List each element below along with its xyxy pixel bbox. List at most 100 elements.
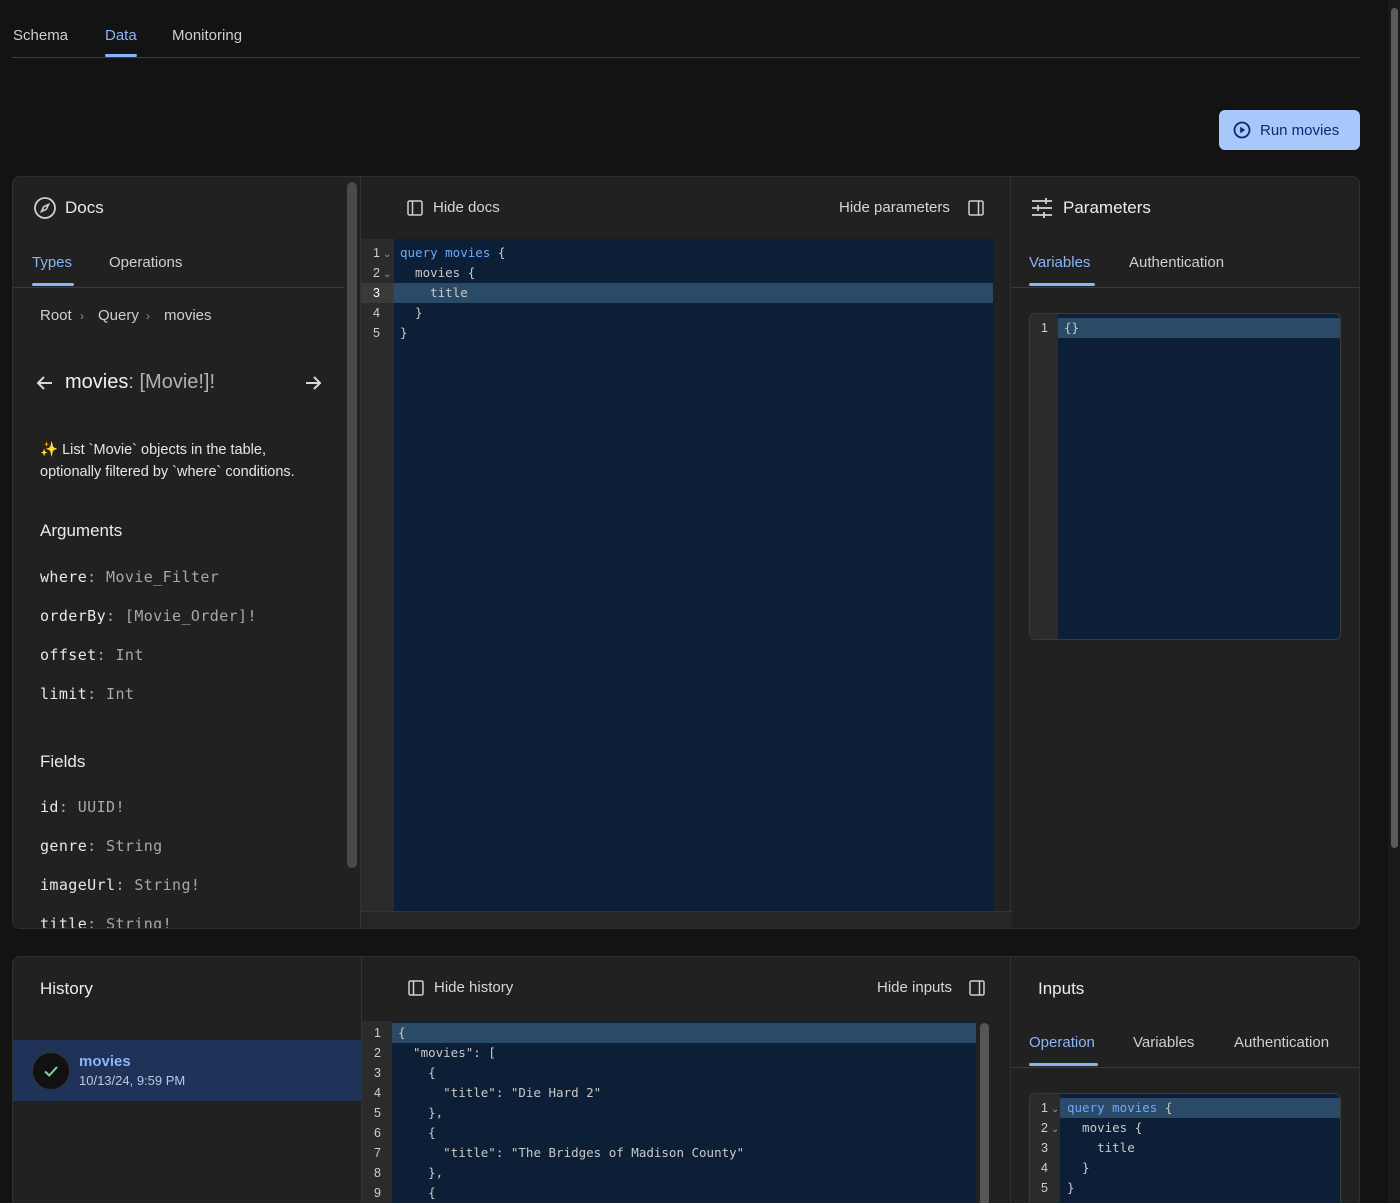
types-tab-indicator [32, 283, 74, 286]
operation-tab-indicator [1029, 1063, 1098, 1066]
field-name: movies [65, 371, 129, 393]
arguments-heading: Arguments [40, 521, 123, 540]
play-circle-icon [1233, 121, 1251, 139]
tab-operation[interactable]: Operation [1029, 1034, 1095, 1051]
parameters-column: Parameters Variables Authentication 1 {} [1011, 177, 1359, 928]
tab-operations[interactable]: Operations [109, 254, 182, 271]
sidebar-left-icon [407, 200, 423, 221]
code-line: 5 }, [374, 1105, 444, 1120]
tab-variables[interactable]: Variables [1029, 254, 1090, 271]
hide-history-button[interactable]: Hide history [434, 979, 513, 996]
breadcrumb-root[interactable]: Root [40, 307, 72, 324]
history-item-time: 10/13/24, 9:59 PM [79, 1073, 186, 1088]
field-row[interactable]: genre: String [40, 837, 163, 855]
hide-parameters-button[interactable]: Hide parameters [839, 199, 950, 216]
code-line-highlighted: 1 ⌄ query movies { [1030, 1098, 1340, 1118]
run-movies-button[interactable]: Run movies [1219, 110, 1360, 150]
tab-data[interactable]: Data [105, 27, 137, 44]
field-title: movies: [Movie!]! [65, 371, 215, 394]
history-column: History movies 10/13/24, 9:59 PM [13, 957, 361, 1203]
code-line: 5 } [1041, 1180, 1075, 1195]
argument-row[interactable]: where: Movie_Filter [40, 568, 219, 586]
result-editor-column: Hide history Hide inputs 1{ 2 "movies": … [361, 957, 1011, 1203]
inputs-column: Inputs Operation Variables Authenticatio… [1011, 957, 1359, 1203]
tab-authentication[interactable]: Authentication [1129, 254, 1224, 271]
field-row[interactable]: imageUrl: String! [40, 876, 200, 894]
code-line: 5 } [373, 325, 408, 340]
divider [1011, 1067, 1359, 1068]
tab-authentication[interactable]: Authentication [1234, 1034, 1329, 1051]
tab-monitoring[interactable]: Monitoring [172, 27, 242, 44]
horizontal-scrollbar[interactable] [361, 911, 1012, 928]
check-icon [42, 1062, 60, 1080]
divider [13, 287, 344, 288]
history-title: History [40, 979, 93, 998]
field-row[interactable]: title: String! [40, 915, 172, 928]
result-code-editor[interactable]: 1{ 2 "movies": [ 3 { 4 "title": "Die Har… [362, 1021, 976, 1203]
variables-tab-indicator [1029, 283, 1095, 286]
breadcrumb-movies: movies [164, 307, 212, 324]
fold-chevron-icon[interactable]: ⌄ [383, 245, 391, 265]
code-line: 9 { [374, 1185, 436, 1200]
field-description: ✨ List `Movie` objects in the table, opt… [40, 442, 295, 480]
code-line: 2 "movies": [ [374, 1045, 496, 1060]
code-line: 6 { [374, 1125, 436, 1140]
fold-chevron-icon[interactable]: ⌄ [383, 265, 391, 285]
code-line: 2 ⌄ movies { [1030, 1118, 1340, 1138]
success-status [32, 1052, 70, 1090]
query-editor-column: Hide docs Hide parameters 1 ⌄ query movi… [360, 177, 1012, 928]
tune-icon [1031, 197, 1053, 224]
docs-scrollbar[interactable] [347, 182, 357, 868]
parameters-title: Parameters [1063, 198, 1151, 217]
operation-code-editor[interactable]: 1 ⌄ query movies { 2 ⌄ movies { 3 title … [1029, 1093, 1341, 1203]
docs-title: Docs [65, 198, 104, 217]
compass-icon [33, 196, 57, 225]
sidebar-right-icon [968, 200, 984, 221]
line-gutter [1030, 314, 1058, 639]
code-line: 4 } [1041, 1160, 1090, 1175]
sidebar-left-icon [408, 980, 424, 1001]
fold-chevron-icon[interactable]: ⌄ [1051, 1100, 1059, 1120]
arrow-forward-icon[interactable] [303, 373, 323, 398]
inputs-title: Inputs [1038, 979, 1085, 998]
argument-row[interactable]: orderBy: [Movie_Order]! [40, 607, 257, 625]
hide-docs-button[interactable]: Hide docs [433, 199, 500, 216]
chevron-right-icon: › [80, 309, 84, 323]
active-tab-indicator [105, 54, 137, 57]
result-scrollbar[interactable] [980, 1023, 989, 1203]
run-button-label: Run movies [1260, 121, 1340, 139]
code-line: 1 ⌄ query movies { [361, 243, 993, 263]
code-line-highlighted: 3 title [361, 283, 993, 303]
code-line: 7 "title": "The Bridges of Madison Count… [374, 1145, 745, 1160]
chevron-right-icon: › [146, 309, 150, 323]
field-row[interactable]: id: UUID! [40, 798, 125, 816]
query-code-editor[interactable]: 1 ⌄ query movies { 2 ⌄ movies { 3 title … [361, 239, 993, 911]
fields-heading: Fields [40, 752, 86, 771]
breadcrumb-query[interactable]: Query [98, 307, 139, 324]
hide-inputs-button[interactable]: Hide inputs [877, 979, 952, 996]
code-line-highlighted: 1{ [362, 1023, 976, 1043]
tab-types[interactable]: Types [32, 254, 72, 271]
argument-row[interactable]: offset: Int [40, 646, 144, 664]
tab-variables[interactable]: Variables [1133, 1034, 1194, 1051]
tab-schema[interactable]: Schema [13, 27, 68, 44]
page-scrollbar[interactable] [1388, 0, 1400, 1203]
code-line: 8 }, [374, 1165, 444, 1180]
divider [1011, 287, 1359, 288]
fold-chevron-icon[interactable]: ⌄ [1051, 1120, 1059, 1140]
code-line: 2 ⌄ movies { [361, 263, 993, 283]
history-item[interactable]: movies 10/13/24, 9:59 PM [13, 1040, 361, 1101]
code-line-highlighted: 1 {} [1030, 318, 1340, 338]
docs-column: Docs Types Operations Root › Query › mov… [13, 177, 344, 928]
field-type: : [Movie!]! [128, 371, 216, 393]
argument-row[interactable]: limit: Int [40, 685, 134, 703]
variables-code-editor[interactable]: 1 {} [1029, 313, 1341, 640]
page-scrollbar-thumb[interactable] [1391, 8, 1398, 848]
arrow-back-icon[interactable] [35, 373, 55, 398]
code-line: 4 } [373, 305, 423, 320]
top-navigation: Schema Data Monitoring [12, 0, 1360, 58]
code-line: 3 title [1041, 1140, 1135, 1155]
code-line: 4 "title": "Die Hard 2" [374, 1085, 602, 1100]
history-item-name: movies [79, 1053, 131, 1070]
results-workspace-panel: History movies 10/13/24, 9:59 PM Hide hi… [12, 956, 1360, 1203]
